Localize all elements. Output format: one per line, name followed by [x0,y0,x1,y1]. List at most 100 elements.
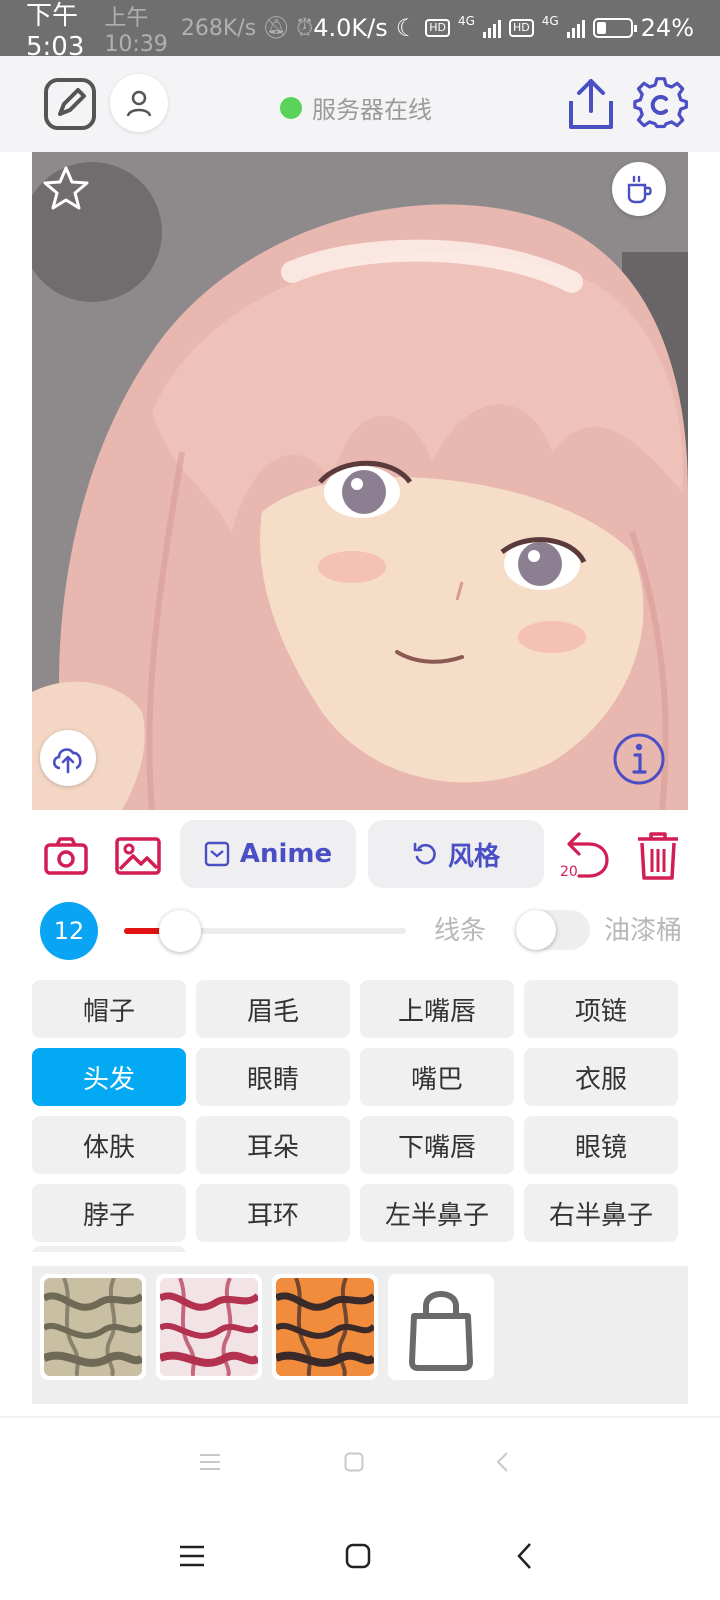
part-chip[interactable]: 耳环 [196,1184,350,1242]
part-chip[interactable]: 眉毛 [196,980,350,1038]
network-type-1: 4G [458,14,475,28]
status-speed-ghost: 268K/s [180,15,257,41]
alarm-icon: ⏰︎ [296,15,314,41]
part-chip[interactable]: 帽子 [32,980,186,1038]
part-chip-partial[interactable] [32,1246,186,1252]
camera-icon [44,837,88,875]
camera-button[interactable] [36,826,96,886]
style-button[interactable]: 风格 [368,820,544,888]
style-label: 风格 [447,841,500,872]
battery-percent: 24% [640,14,694,42]
bucket-toggle[interactable] [516,910,590,950]
upload-button[interactable] [40,730,96,786]
system-back-button[interactable] [502,1534,546,1578]
server-status: 服务器在线 [280,90,432,125]
status-bar: 下午5:03 上午10:39 268K/s 🔕︎ ⏰︎ 4.0K/s ☾ HD … [0,0,720,62]
part-chip[interactable]: 左半鼻子 [360,1184,514,1242]
signal-icon [566,18,585,38]
part-selector-grid: 帽子 眉毛 上嘴唇 项链头发 眼睛 嘴巴 衣服体肤 耳朵 下嘴唇 眼镜脖子 耳环 左半鼻子 右半鼻子 [32,966,688,1252]
share-button[interactable] [560,72,622,134]
image-icon [115,837,161,875]
brush-controls: 12 线条 油漆桶 [0,898,720,960]
part-chip[interactable]: 嘴巴 [360,1048,514,1106]
part-chip[interactable]: 衣服 [524,1048,678,1106]
app-menu-button[interactable] [196,1448,224,1476]
checkbox-icon [204,841,230,867]
hd-icon: HD [508,19,534,37]
hd-icon: HD [425,19,451,37]
texture-pattern [160,1278,258,1376]
line-mode-label[interactable]: 线条 [434,910,486,947]
profile-button[interactable] [110,74,168,132]
brush-size-slider[interactable] [124,910,406,952]
signal-icon [482,18,501,38]
server-status-dot [280,96,302,119]
info-icon [613,733,665,785]
system-menu-button[interactable] [170,1534,214,1578]
settings-button[interactable] [630,72,692,134]
network-type-2: 4G [541,14,559,28]
brush-size-slider-thumb[interactable] [159,910,202,952]
cloud-upload-icon [52,748,82,774]
anime-mode-label: Anime [239,839,333,869]
part-chip[interactable]: 脖子 [32,1184,186,1242]
menu-icon [200,1454,220,1470]
part-chip[interactable]: 眼镜 [524,1116,678,1174]
mute-icon: 🔕︎ [262,15,291,41]
part-chip[interactable]: 眼睛 [196,1048,350,1106]
app-nav-bar [0,1416,720,1512]
brush-size-badge: 12 [40,902,98,960]
texture-swatch[interactable] [40,1274,146,1380]
undo-count: 20 [560,864,578,880]
share-upload-icon [569,79,613,129]
texture-pattern [44,1278,142,1376]
portrait-canvas[interactable] [32,152,688,810]
back-chevron-icon [496,1452,508,1472]
anime-portrait-image [32,152,688,810]
anime-mode-button[interactable]: Anime [180,820,356,888]
part-chip[interactable]: 耳朵 [196,1116,350,1174]
gallery-button[interactable] [108,826,168,886]
texture-swatch[interactable] [272,1274,378,1380]
menu-icon [180,1545,204,1567]
texture-swatch[interactable] [156,1274,262,1380]
coffee-cup-icon [627,175,652,204]
refresh-icon [413,842,436,865]
donate-button[interactable] [612,162,666,216]
server-status-label: 服务器在线 [312,96,432,124]
star-icon [43,166,89,210]
info-button[interactable] [610,730,668,788]
network-speed: 4.0K/s [313,14,388,42]
bucket-mode-label[interactable]: 油漆桶 [604,910,682,947]
app-header: 服务器在线 [0,56,720,152]
part-chip[interactable]: 下嘴唇 [360,1116,514,1174]
delete-button[interactable] [628,826,688,886]
texture-pattern [276,1278,374,1376]
battery-icon [592,18,637,38]
lock-bag-icon [392,1278,490,1376]
moon-icon: ☾ [395,14,418,42]
favorite-button[interactable] [42,164,90,212]
texture-tray [32,1266,688,1404]
trash-icon [638,832,678,880]
part-chip[interactable]: 上嘴唇 [360,980,514,1038]
system-nav-bar [0,1512,720,1600]
part-chip[interactable]: 右半鼻子 [524,1184,678,1242]
back-chevron-icon [517,1543,531,1569]
gear-icon [633,77,688,129]
draw-mode-button[interactable] [40,74,100,134]
app-back-button[interactable] [488,1448,516,1476]
part-chip[interactable]: 头发 [32,1048,186,1106]
system-home-button[interactable] [336,1534,380,1578]
edit-square-icon [44,78,96,130]
user-icon [126,90,152,117]
bucket-toggle-knob [516,910,556,950]
locked-texture-slot[interactable] [388,1274,494,1380]
action-row: Anime 风格 20 [0,818,720,890]
status-time-ghost: 上午10:39 [104,5,168,57]
app-home-button[interactable] [340,1448,368,1476]
part-chip[interactable]: 项链 [524,980,678,1038]
part-chip[interactable]: 体肤 [32,1116,186,1174]
square-home-icon [344,1452,364,1472]
square-home-icon [345,1543,371,1569]
